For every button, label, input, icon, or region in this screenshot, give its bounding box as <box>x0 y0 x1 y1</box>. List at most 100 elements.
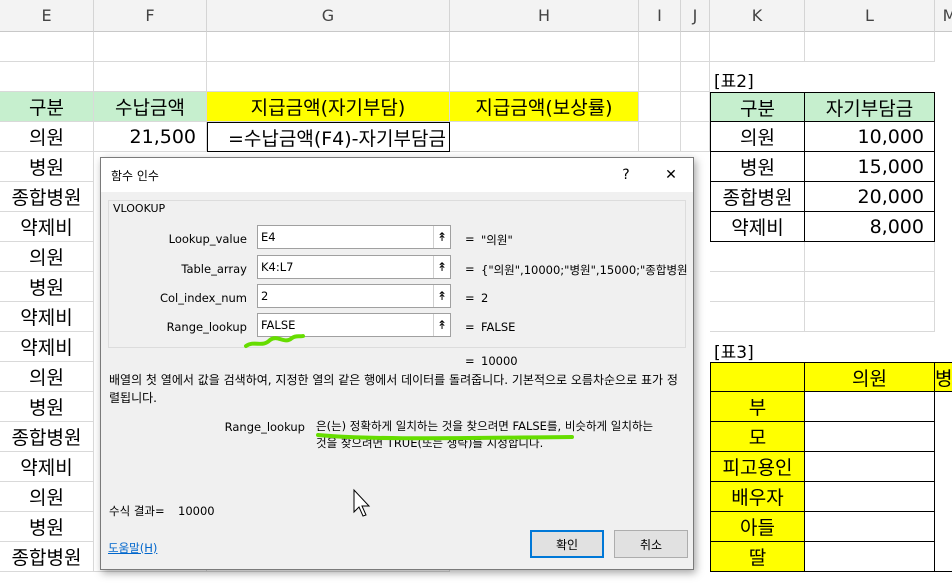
collapse-dialog-icon[interactable]: ↟ <box>433 314 450 336</box>
grid-cell[interactable] <box>450 62 639 92</box>
grid-cell[interactable] <box>805 272 935 302</box>
t3-row-label[interactable]: 부 <box>710 391 805 422</box>
t3-header-2[interactable]: 병 <box>934 362 952 392</box>
t3-cell[interactable] <box>804 541 935 572</box>
t3-cell[interactable] <box>804 451 935 482</box>
t2-row-type[interactable]: 병원 <box>710 151 805 182</box>
grid-cell[interactable] <box>207 62 450 92</box>
t1-type-cell[interactable]: 의원 <box>0 242 94 272</box>
t1-header-amount[interactable]: 수납금액 <box>94 92 207 122</box>
t2-row-value[interactable]: 10,000 <box>804 121 935 152</box>
grid-cell[interactable] <box>805 32 935 62</box>
collapse-dialog-icon[interactable]: ↟ <box>433 226 450 248</box>
t3-cell[interactable] <box>804 421 935 452</box>
cancel-button[interactable]: 취소 <box>614 530 688 558</box>
grid-cell[interactable] <box>639 32 681 62</box>
grid-cell[interactable] <box>710 242 805 272</box>
t1-type-cell[interactable]: 약제비 <box>0 212 94 242</box>
t1-type-cell[interactable]: 종합병원 <box>0 422 94 452</box>
t2-row-type[interactable]: 종합병원 <box>710 181 805 212</box>
collapse-dialog-icon[interactable]: ↟ <box>433 285 450 307</box>
grid-cell[interactable] <box>710 272 805 302</box>
t3-cell[interactable] <box>804 391 935 422</box>
col-header-m[interactable]: M <box>935 0 952 32</box>
grid-cell[interactable] <box>0 32 94 62</box>
grid-cell[interactable] <box>0 62 94 92</box>
t2-row-type[interactable]: 의원 <box>710 121 805 152</box>
t2-row-type[interactable]: 약제비 <box>710 211 805 242</box>
t1-row1-type[interactable]: 의원 <box>0 122 94 152</box>
dialog-titlebar[interactable]: 함수 인수 ? ✕ <box>101 158 693 192</box>
t1-type-cell[interactable]: 병원 <box>0 152 94 182</box>
t2-row-value[interactable]: 8,000 <box>804 211 935 242</box>
help-link[interactable]: 도움말(H) <box>108 540 157 556</box>
t3-row-label[interactable]: 피고용인 <box>710 451 805 482</box>
t1-row1-formula[interactable]: =수납금액(F4)-자기부담금 <box>207 122 450 152</box>
grid-cell[interactable] <box>681 122 710 152</box>
col-header-f[interactable]: F <box>94 0 207 32</box>
col-header-h[interactable]: H <box>450 0 639 32</box>
formula-result-label: 수식 결과= <box>109 504 165 518</box>
t3-row-label[interactable]: 모 <box>710 421 805 452</box>
grid-cell[interactable] <box>450 122 639 152</box>
grid-cell[interactable] <box>450 32 639 62</box>
t1-header-type[interactable]: 구분 <box>0 92 94 122</box>
grid-cell[interactable] <box>681 32 710 62</box>
t1-header-rate[interactable]: 지급금액(보상률) <box>450 92 639 122</box>
t1-header-self-pay[interactable]: 지급금액(자기부담) <box>207 92 450 122</box>
t1-type-cell[interactable]: 의원 <box>0 482 94 512</box>
table-array-input[interactable]: K4:L7 <box>257 255 451 279</box>
grid-cell[interactable] <box>805 302 935 332</box>
t2-row-value[interactable]: 15,000 <box>804 151 935 182</box>
t3-row-label[interactable]: 아들 <box>710 511 805 542</box>
grid-cell[interactable] <box>639 92 681 122</box>
table2-title: [표2] <box>714 72 754 92</box>
grid-cell[interactable] <box>94 32 207 62</box>
arg-label-lookup-value: Lookup_value <box>168 232 247 246</box>
grid-cell[interactable] <box>805 242 935 272</box>
t1-type-cell[interactable]: 약제비 <box>0 302 94 332</box>
col-header-k[interactable]: K <box>710 0 805 32</box>
t3-header[interactable]: 의원 <box>804 362 935 392</box>
grid-cell[interactable] <box>639 122 681 152</box>
grid-cell[interactable] <box>639 62 681 92</box>
t1-row1-amount[interactable]: 21,500 <box>94 122 207 152</box>
t1-type-cell[interactable]: 병원 <box>0 512 94 542</box>
arg-result-range-lookup: FALSE <box>481 320 516 334</box>
t1-type-cell[interactable]: 의원 <box>0 362 94 392</box>
grid-cell[interactable] <box>710 302 805 332</box>
col-header-j[interactable]: J <box>681 0 710 32</box>
t1-type-cell[interactable]: 약제비 <box>0 452 94 482</box>
t2-header-type[interactable]: 구분 <box>710 92 805 122</box>
t1-type-cell[interactable]: 약제비 <box>0 332 94 362</box>
t3-cell[interactable] <box>804 511 935 542</box>
grid-cell[interactable] <box>681 62 710 92</box>
grid-cell[interactable] <box>681 92 710 122</box>
grid-cell[interactable] <box>94 62 207 92</box>
collapse-dialog-icon[interactable]: ↟ <box>433 256 450 278</box>
lookup-value-input[interactable]: E4 <box>257 225 451 249</box>
t3-row-label[interactable]: 딸 <box>710 541 805 572</box>
range-lookup-input[interactable]: FALSE <box>257 313 451 337</box>
grid-cell[interactable] <box>207 32 450 62</box>
help-button[interactable]: ? <box>611 162 641 188</box>
col-header-i[interactable]: I <box>639 0 681 32</box>
t1-type-cell[interactable]: 종합병원 <box>0 182 94 212</box>
t3-corner[interactable] <box>710 362 805 392</box>
col-header-e[interactable]: E <box>0 0 94 32</box>
col-index-input[interactable]: 2 <box>257 284 451 308</box>
col-header-l[interactable]: L <box>805 0 935 32</box>
t2-row-value[interactable]: 20,000 <box>804 181 935 212</box>
col-header-g[interactable]: G <box>207 0 450 32</box>
ok-button[interactable]: 확인 <box>530 530 604 558</box>
t3-row-label[interactable]: 배우자 <box>710 481 805 512</box>
t2-header-value[interactable]: 자기부담금 <box>804 92 935 122</box>
t1-type-cell[interactable]: 병원 <box>0 392 94 422</box>
t1-type-cell[interactable]: 병원 <box>0 272 94 302</box>
arg-equals: = <box>465 320 475 334</box>
grid-cell[interactable] <box>710 32 805 62</box>
close-icon[interactable]: ✕ <box>656 162 686 188</box>
t1-type-cell[interactable]: 종합병원 <box>0 542 94 572</box>
t3-cell[interactable] <box>804 481 935 512</box>
t3-cell[interactable] <box>934 391 952 572</box>
